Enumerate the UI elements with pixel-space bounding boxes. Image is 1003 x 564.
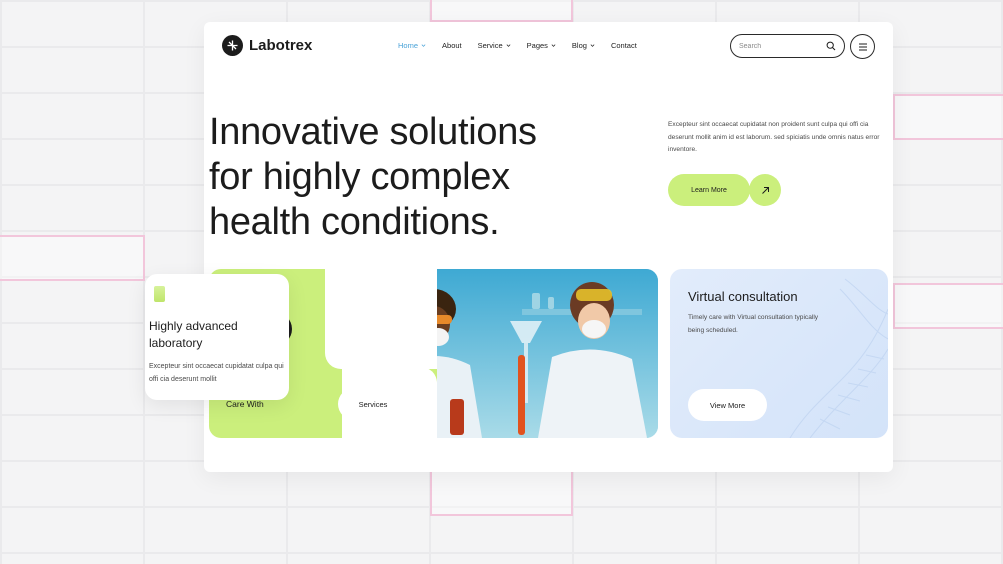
chevron-down-icon xyxy=(421,44,426,47)
brand-name: Labotrex xyxy=(249,37,313,54)
consultation-title: Virtual consultation xyxy=(688,289,798,304)
background-highlight xyxy=(893,283,1003,329)
background-highlight xyxy=(0,235,145,281)
nav-item-label: Pages xyxy=(526,41,548,50)
chevron-down-icon xyxy=(551,44,556,47)
background-highlight xyxy=(430,0,573,22)
arrow-up-right-icon xyxy=(761,186,769,194)
nav-item-blog[interactable]: Blog xyxy=(572,41,595,50)
hamburger-icon xyxy=(858,43,867,50)
top-navigation: Labotrex Home About Service Pages Blog C… xyxy=(204,22,893,72)
chevron-down-icon xyxy=(506,44,511,47)
laboratory-floating-card: Highly advanced laboratory Excepteur sin… xyxy=(145,274,289,400)
beaker-icon xyxy=(154,286,165,302)
background-highlight xyxy=(893,94,1003,140)
learn-more-button[interactable]: Learn More xyxy=(668,174,750,206)
nav-item-about[interactable]: About xyxy=(442,41,462,50)
search-input[interactable] xyxy=(739,42,819,50)
background-highlight xyxy=(430,470,573,516)
floating-card-title: Highly advanced laboratory xyxy=(149,319,238,350)
search-box[interactable] xyxy=(730,34,845,58)
website-preview: Labotrex Home About Service Pages Blog C… xyxy=(204,22,893,472)
virtual-consultation-card: Virtual consultation Timely care with Vi… xyxy=(670,269,888,438)
consultation-description: Timely care with Virtual consultation ty… xyxy=(688,314,819,334)
menu-toggle-button[interactable] xyxy=(850,34,875,59)
services-button[interactable]: Services xyxy=(338,388,408,420)
view-more-button[interactable]: View More xyxy=(688,389,767,421)
nav-item-home[interactable]: Home xyxy=(398,41,426,50)
green-card-care-label: Care With xyxy=(226,399,264,409)
photo-overlay xyxy=(437,269,658,438)
floating-card-description: Excepteur sint occaecat cupidatat culpa … xyxy=(149,363,284,383)
hero-title: Innovative solutions for highly complex … xyxy=(209,110,609,245)
hero-title-line: for highly complex xyxy=(209,156,510,198)
nav-item-service[interactable]: Service xyxy=(478,41,511,50)
nav-item-label: About xyxy=(442,41,462,50)
green-card-cutout xyxy=(325,269,437,369)
learn-more-arrow-button[interactable] xyxy=(749,174,781,206)
chevron-down-icon xyxy=(590,44,595,47)
logo[interactable]: Labotrex xyxy=(222,35,312,56)
nav-item-label: Contact xyxy=(610,41,637,50)
hero-description: Excepteur sint occaecat cupidatat non pr… xyxy=(668,121,880,153)
hero-title-line: Innovative solutions xyxy=(209,111,537,153)
hero-title-line: health conditions. xyxy=(209,201,500,243)
search-icon[interactable] xyxy=(826,41,836,51)
nav-item-label: Home xyxy=(398,41,419,50)
main-menu: Home About Service Pages Blog Contact xyxy=(398,41,637,50)
nav-item-label: Blog xyxy=(571,41,587,50)
logo-icon xyxy=(222,35,243,56)
nav-item-contact[interactable]: Contact xyxy=(611,41,637,50)
nav-item-label: Service xyxy=(477,41,503,50)
nav-item-pages[interactable]: Pages xyxy=(527,41,556,50)
